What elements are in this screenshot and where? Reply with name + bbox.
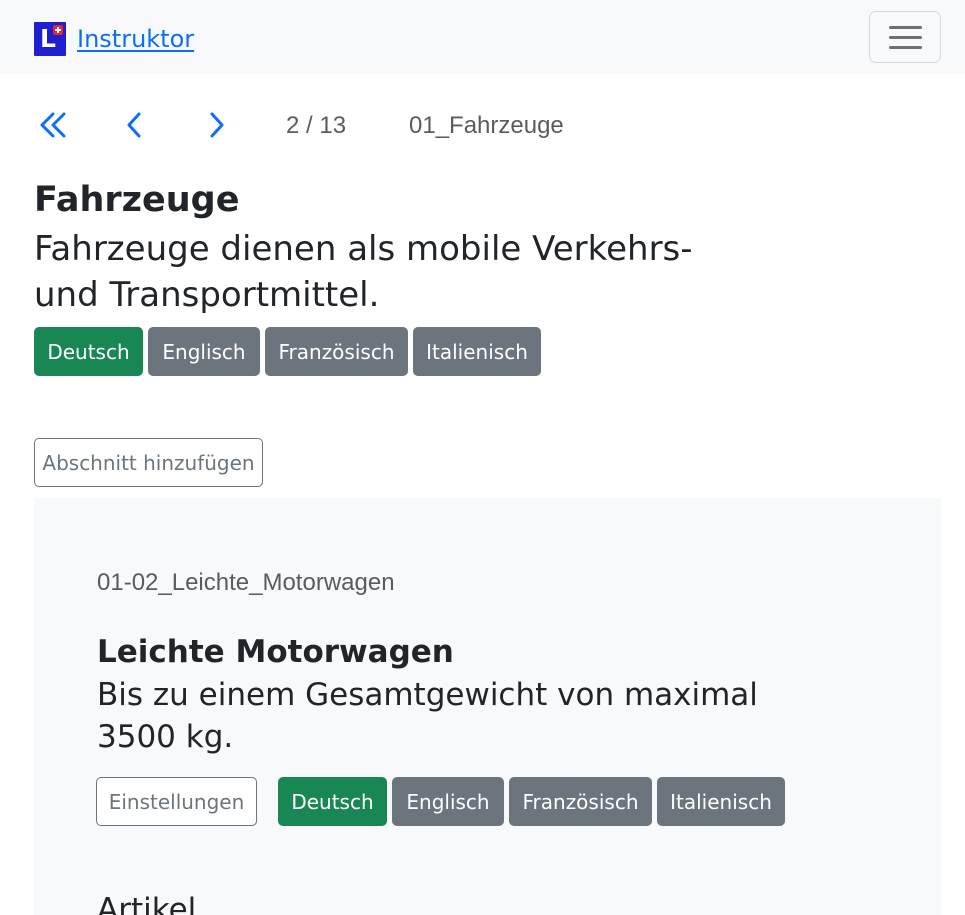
app-logo-icon: L bbox=[34, 22, 66, 56]
chapter-pager: 2 / 13 01_Fahrzeuge bbox=[0, 104, 965, 146]
double-chevron-left-icon bbox=[40, 112, 66, 138]
section-lang-franzoesisch-button[interactable]: Französisch bbox=[509, 777, 652, 826]
section-code: 01-02_Leichte_Motorwagen bbox=[97, 569, 395, 596]
section-lang-deutsch-button[interactable]: Deutsch bbox=[278, 777, 387, 826]
section-subtitle: Bis zu einem Gesamtgewicht von maximal 3… bbox=[97, 677, 758, 755]
swiss-cross-icon bbox=[53, 25, 63, 35]
chapter-lang-deutsch-button[interactable]: Deutsch bbox=[34, 327, 143, 376]
section-lang-englisch-button[interactable]: Englisch bbox=[392, 777, 504, 826]
chapter-title: Fahrzeuge bbox=[34, 180, 240, 220]
chevron-right-icon bbox=[210, 112, 224, 138]
next-page-button[interactable] bbox=[196, 110, 236, 140]
chapter-lang-franzoesisch-button[interactable]: Französisch bbox=[265, 327, 408, 376]
chapter-lang-italienisch-button[interactable]: Italienisch bbox=[413, 327, 541, 376]
chapter-lang-englisch-button[interactable]: Englisch bbox=[148, 327, 260, 376]
add-section-button[interactable]: Abschnitt hinzufügen bbox=[34, 438, 263, 487]
section-settings-button[interactable]: Einstellungen bbox=[96, 777, 257, 826]
section-buttons: Einstellungen Deutsch Englisch Französis… bbox=[96, 777, 790, 826]
chevron-left-icon bbox=[127, 112, 141, 138]
chapter-code: 01_Fahrzeuge bbox=[409, 112, 564, 139]
section-card: 01-02_Leichte_Motorwagen Leichte Motorwa… bbox=[34, 498, 941, 915]
brand-text: Instruktor bbox=[77, 25, 195, 53]
articles-heading: Artikel bbox=[97, 892, 197, 915]
section-title: Leichte Motorwagen bbox=[97, 634, 454, 670]
section-lang-italienisch-button[interactable]: Italienisch bbox=[657, 777, 785, 826]
chapter-subtitle: Fahrzeuge dienen als mobile Verkehrs- un… bbox=[34, 229, 693, 315]
brand-link[interactable]: L Instruktor bbox=[34, 22, 194, 56]
top-navbar: L Instruktor bbox=[0, 0, 965, 74]
chapter-language-buttons: Deutsch Englisch Französisch Italienisch bbox=[34, 327, 546, 376]
first-page-button[interactable] bbox=[33, 110, 73, 140]
page-indicator: 2 / 13 bbox=[286, 112, 347, 139]
previous-page-button[interactable] bbox=[115, 110, 155, 140]
menu-toggle-button[interactable] bbox=[869, 11, 941, 63]
